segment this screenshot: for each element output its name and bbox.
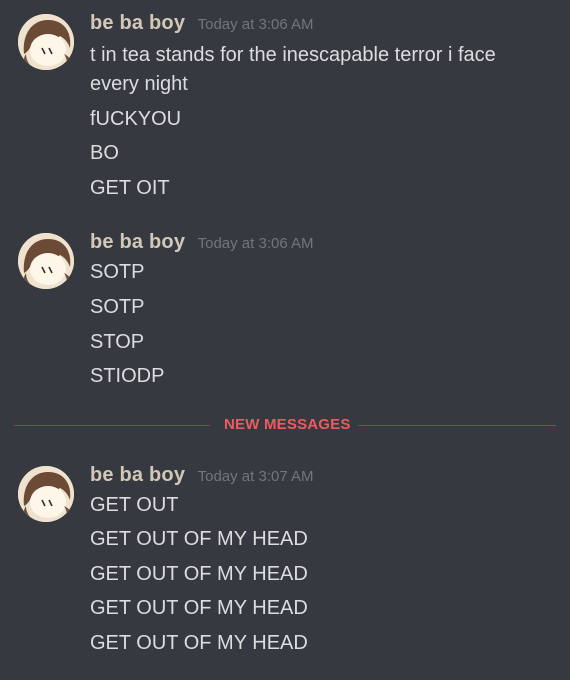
divider-line-left <box>14 425 210 426</box>
message-text: GET OUT OF MY HEAD <box>90 632 308 654</box>
divider-line-right <box>358 425 556 426</box>
message-header: be ba boy Today at 3:07 AM <box>90 464 314 494</box>
username[interactable]: be ba boy <box>90 231 185 253</box>
message-text: GET OIT <box>90 177 170 199</box>
message-text: STIODP <box>90 365 165 387</box>
new-messages-divider: NEW MESSAGES <box>14 414 556 436</box>
message-text: GET OUT OF MY HEAD <box>90 563 308 585</box>
message-text: every night <box>90 73 188 95</box>
message-text: t in tea stands for the inescapable terr… <box>90 44 496 66</box>
timestamp: Today at 3:06 AM <box>197 16 314 33</box>
message-text: GET OUT OF MY HEAD <box>90 528 308 550</box>
timestamp: Today at 3:06 AM <box>197 235 314 252</box>
timestamp: Today at 3:07 AM <box>197 468 314 485</box>
new-messages-label: NEW MESSAGES <box>224 416 351 433</box>
message-header: be ba boy Today at 3:06 AM <box>90 231 314 261</box>
avatar[interactable] <box>18 14 74 70</box>
username[interactable]: be ba boy <box>90 12 185 34</box>
avatar[interactable] <box>18 466 74 522</box>
message-header: be ba boy Today at 3:06 AM <box>90 12 314 42</box>
avatar[interactable] <box>18 233 74 289</box>
message-text: SOTP <box>90 296 145 318</box>
message-text: GET OUT <box>90 494 179 516</box>
message-text: fUCKYOU <box>90 108 182 130</box>
chibi-character-avatar-icon <box>18 14 74 70</box>
chibi-character-avatar-icon <box>18 466 74 522</box>
message-text: SOTP <box>90 261 145 283</box>
chibi-character-avatar-icon <box>18 233 74 289</box>
username[interactable]: be ba boy <box>90 464 185 486</box>
message-text: STOP <box>90 331 145 353</box>
message-text: GET OUT OF MY HEAD <box>90 597 308 619</box>
message-text: BO <box>90 142 119 164</box>
